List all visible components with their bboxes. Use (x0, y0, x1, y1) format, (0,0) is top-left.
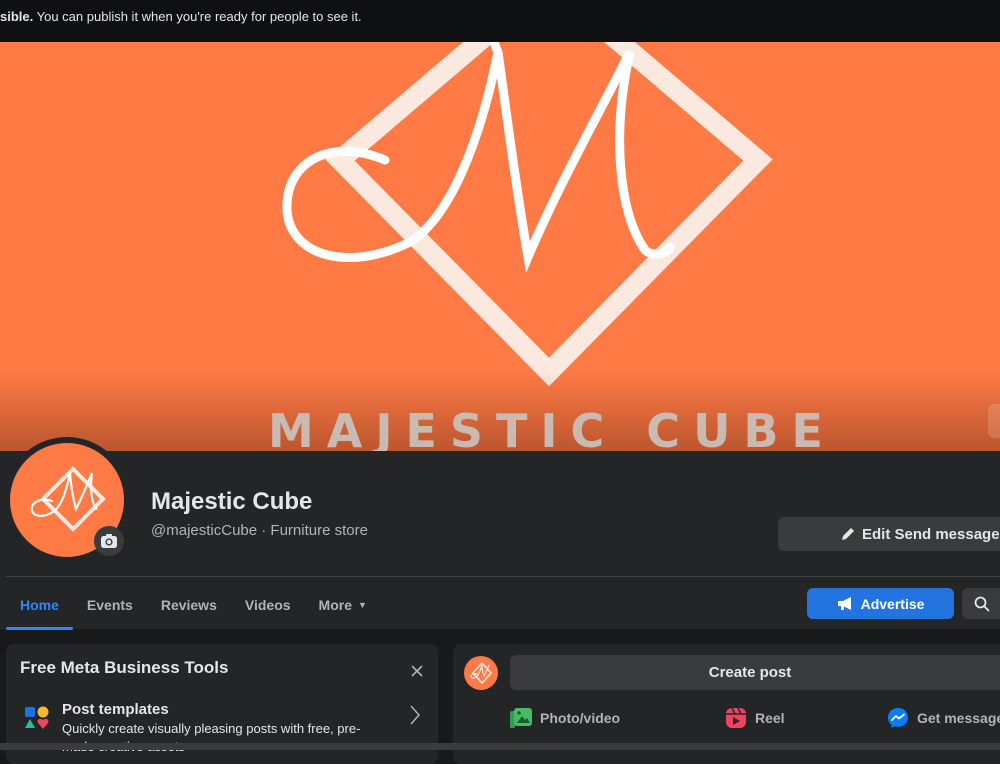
composer-avatar-logo (470, 661, 493, 685)
get-messages-button[interactable]: Get messages (887, 706, 1000, 730)
advertise-label: Advertise (860, 595, 925, 612)
close-icon[interactable] (408, 662, 426, 680)
reel-icon (726, 707, 746, 728)
camera-icon (101, 534, 117, 548)
get-messages-label: Get messages (917, 710, 1000, 726)
tab-videos[interactable]: Videos (231, 580, 305, 630)
cover-photo[interactable]: MAJESTIC CUBE (0, 42, 1000, 451)
post-templates-title[interactable]: Post templates (62, 701, 169, 718)
tab-label: Videos (244, 597, 291, 613)
edit-send-message-label: Edit Send message (862, 525, 1000, 543)
post-templates-icon (25, 706, 49, 729)
page-name: Majestic Cube (151, 488, 313, 515)
cover-wordmark: MAJESTIC CUBE (268, 404, 836, 451)
reel-label: Reel (755, 710, 785, 726)
tab-reviews[interactable]: Reviews (147, 580, 231, 630)
create-post-button[interactable]: Create post (510, 655, 1000, 690)
tab-label: Home (20, 597, 59, 613)
tab-label: More (318, 597, 352, 613)
cover-m-script (282, 49, 675, 273)
messenger-icon (888, 708, 908, 728)
chevron-right-icon[interactable] (408, 704, 422, 726)
tab-home[interactable]: Home (6, 580, 73, 630)
tab-more[interactable]: More ▼ (305, 580, 381, 630)
tab-events[interactable]: Events (73, 580, 147, 630)
search-button[interactable] (962, 588, 1000, 619)
photo-video-icon (510, 708, 532, 728)
photo-video-button[interactable]: Photo/video (510, 706, 620, 730)
page-tabs: Home Events Reviews Videos More ▼ (6, 580, 381, 630)
edit-cover-button[interactable] (988, 404, 1000, 438)
reel-button[interactable]: Reel (725, 706, 785, 730)
banner-text: You can publish it when you're ready for… (33, 9, 362, 24)
header-divider (6, 576, 1000, 577)
tab-label: Reviews (160, 597, 217, 613)
tab-label: Events (86, 597, 133, 613)
photo-video-label: Photo/video (540, 710, 621, 726)
unpublished-page-banner: sible. You can publish it when you're re… (0, 0, 1000, 42)
page-handle-category: @majesticCube · Furniture store (151, 522, 368, 539)
bottom-strip (0, 743, 1000, 750)
composer-avatar (464, 656, 498, 690)
update-profile-picture-button[interactable] (94, 526, 124, 556)
pencil-icon (842, 528, 854, 540)
edit-send-message-button[interactable]: Edit Send message (778, 517, 1000, 551)
banner-bold-text: sible. (0, 9, 34, 24)
search-icon (974, 596, 990, 611)
caret-down-icon: ▼ (357, 600, 367, 610)
megaphone-icon (837, 596, 851, 610)
post-templates-description: Quickly create visually pleasing posts w… (62, 721, 361, 754)
business-tools-title: Free Meta Business Tools (20, 658, 229, 677)
advertise-button[interactable]: Advertise (807, 588, 954, 619)
